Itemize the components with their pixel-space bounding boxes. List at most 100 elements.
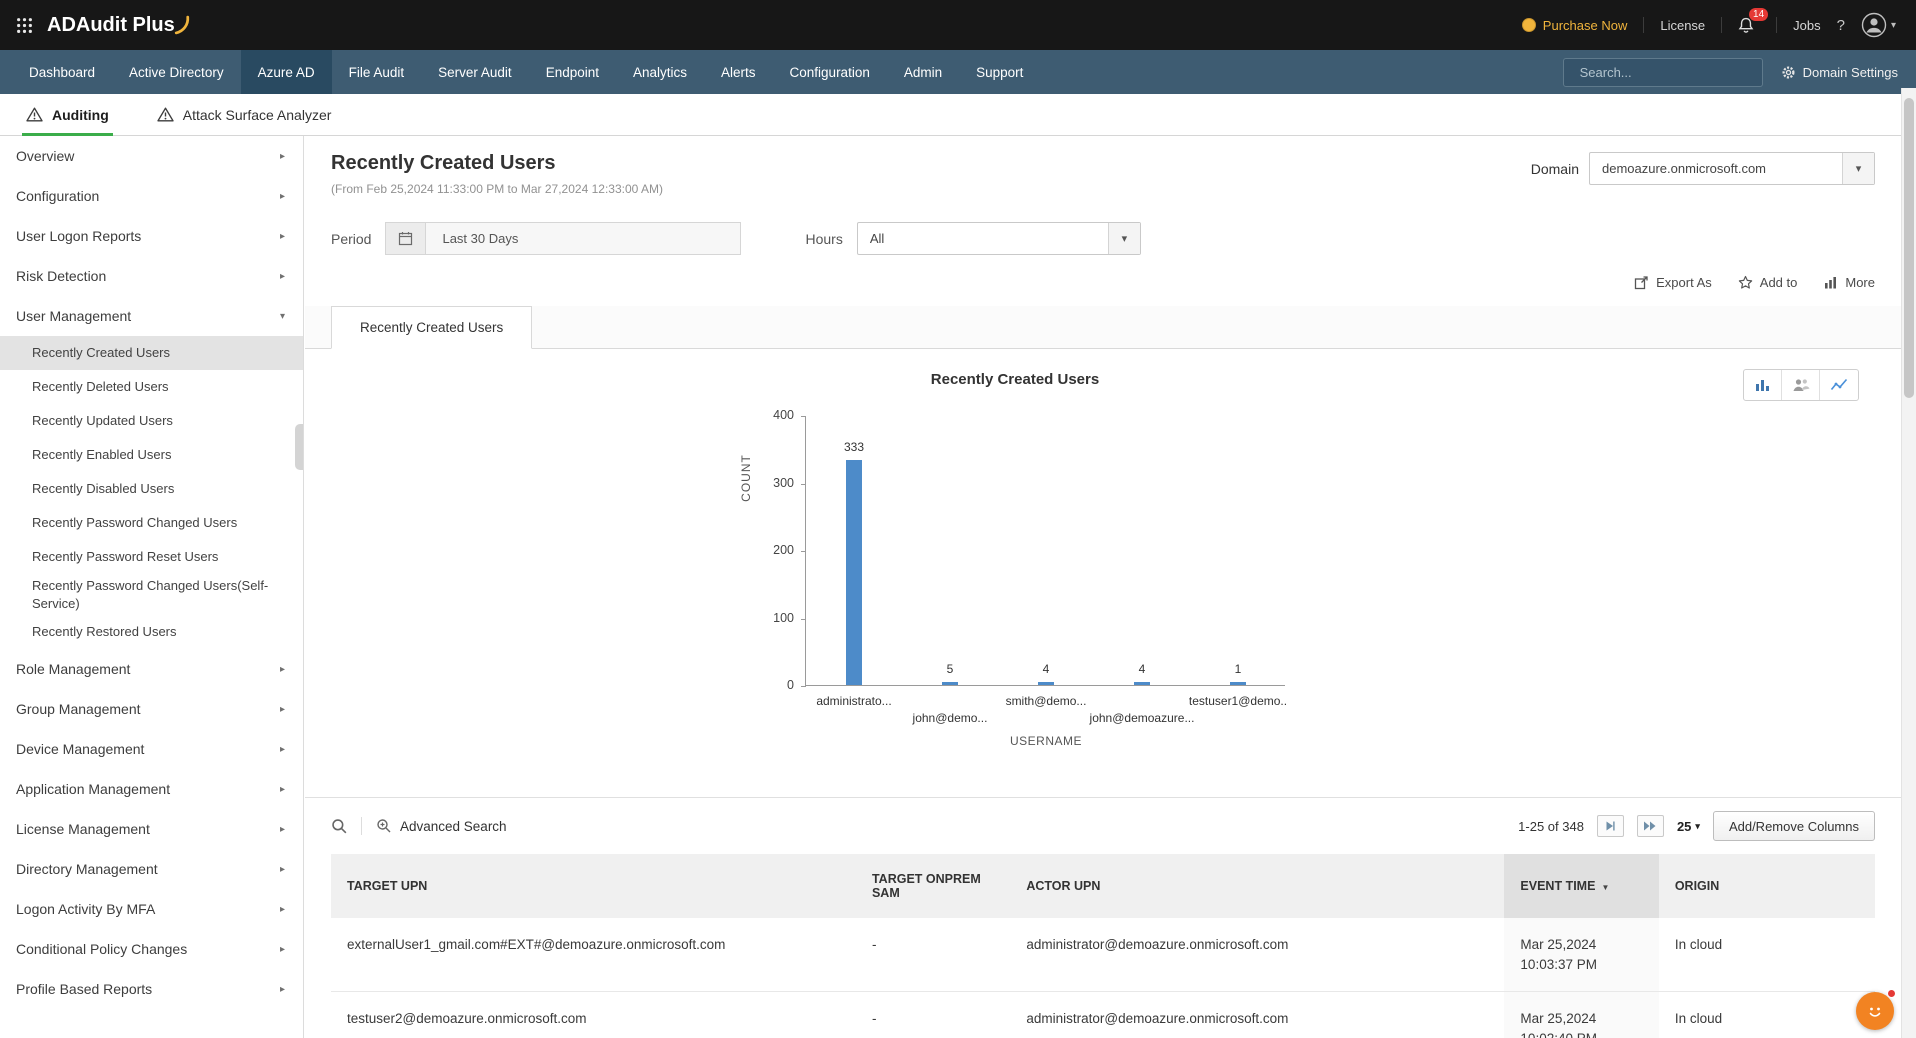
nav-tab-azure-ad[interactable]: Azure AD: [241, 50, 332, 94]
table-row[interactable]: testuser2@demoazure.onmicrosoft.com-admi…: [331, 992, 1875, 1038]
export-as-button[interactable]: Export As: [1634, 275, 1712, 290]
cell-target-onprem-sam: -: [856, 992, 1010, 1038]
sidebar-item-label: Directory Management: [16, 861, 158, 877]
last-page-icon: [1643, 820, 1657, 832]
smiley-icon: [1864, 1000, 1886, 1022]
domain-settings-button[interactable]: Domain Settings: [1781, 65, 1898, 80]
chart-bar-administrato[interactable]: [846, 460, 862, 685]
period-input[interactable]: Last 30 Days: [385, 222, 741, 255]
column-header-event-time[interactable]: EVENT TIME▼: [1504, 854, 1658, 918]
chevron-right-icon: ▸: [280, 904, 285, 915]
column-header-origin[interactable]: ORIGIN: [1659, 854, 1875, 918]
chevron-down-icon: ▾: [280, 311, 285, 322]
sidebar-item-license-management[interactable]: License Management▸: [0, 809, 303, 849]
column-header-actor-upn[interactable]: ACTOR UPN: [1010, 854, 1504, 918]
nav-tab-active-directory[interactable]: Active Directory: [112, 50, 241, 94]
jobs-link[interactable]: Jobs: [1793, 18, 1820, 33]
license-link[interactable]: License: [1660, 18, 1705, 33]
apps-grid-icon[interactable]: [16, 17, 33, 34]
user-menu[interactable]: ▾: [1861, 12, 1896, 38]
vertical-scrollbar[interactable]: [1901, 88, 1916, 1038]
chat-support-button[interactable]: [1856, 992, 1894, 1030]
sidebar-item-directory-management[interactable]: Directory Management▸: [0, 849, 303, 889]
report-date-range: (From Feb 25,2024 11:33:00 PM to Mar 27,…: [331, 182, 663, 196]
notifications-button[interactable]: 14: [1738, 17, 1760, 34]
nav-tab-dashboard[interactable]: Dashboard: [12, 50, 112, 94]
line-chart-icon[interactable]: [1820, 370, 1858, 400]
calendar-icon[interactable]: [386, 223, 426, 254]
sidebar-item-device-management[interactable]: Device Management▸: [0, 729, 303, 769]
sidebar-item-profile-based-reports[interactable]: Profile Based Reports▸: [0, 969, 303, 1009]
sidebar-item-conditional-policy-changes[interactable]: Conditional Policy Changes▸: [0, 929, 303, 969]
next-page-button[interactable]: [1597, 815, 1624, 837]
nav-tab-alerts[interactable]: Alerts: [704, 50, 773, 94]
add-to-button[interactable]: Add to: [1738, 275, 1798, 290]
app-logo[interactable]: ADAudit Plus: [47, 14, 191, 37]
sidebar-item-recently-restored-users[interactable]: Recently Restored Users: [0, 615, 303, 649]
search-icon[interactable]: [331, 818, 347, 834]
last-page-button[interactable]: [1637, 815, 1664, 837]
chevron-right-icon: ▸: [280, 944, 285, 955]
x-axis-label: USERNAME: [806, 734, 1286, 748]
tab-auditing[interactable]: Auditing: [22, 94, 113, 136]
sidebar-item-role-management[interactable]: Role Management▸: [0, 649, 303, 689]
sidebar-item-logon-activity-by-mfa[interactable]: Logon Activity By MFA▸: [0, 889, 303, 929]
help-button[interactable]: ?: [1837, 17, 1845, 34]
tab-recently-created-users[interactable]: Recently Created Users: [331, 306, 532, 349]
scrollbar-thumb[interactable]: [1904, 98, 1914, 398]
sidebar-item-recently-updated-users[interactable]: Recently Updated Users: [0, 404, 303, 438]
tab-attack-surface-analyzer[interactable]: Attack Surface Analyzer: [153, 94, 336, 136]
nav-tab-endpoint[interactable]: Endpoint: [529, 50, 616, 94]
x-tick-label: testuser1@demo..: [1153, 694, 1323, 708]
chart-bar-smith-demo[interactable]: [1038, 682, 1054, 685]
sidebar: Overview▸Configuration▸User Logon Report…: [0, 136, 304, 1038]
nav-tab-server-audit[interactable]: Server Audit: [421, 50, 529, 94]
sidebar-collapse-handle[interactable]: [295, 424, 303, 470]
purchase-now-link[interactable]: Purchase Now: [1522, 18, 1628, 33]
sidebar-item-recently-disabled-users[interactable]: Recently Disabled Users: [0, 472, 303, 506]
domain-select[interactable]: demoazure.onmicrosoft.com ▾: [1589, 152, 1875, 185]
sidebar-item-group-management[interactable]: Group Management▸: [0, 689, 303, 729]
chart-bar-testuser1-demo[interactable]: [1230, 682, 1246, 685]
hours-label: Hours: [805, 231, 842, 247]
nav-tab-admin[interactable]: Admin: [887, 50, 959, 94]
bar-chart-icon[interactable]: [1744, 370, 1782, 400]
sidebar-item-application-management[interactable]: Application Management▸: [0, 769, 303, 809]
bar-value-label: 5: [930, 662, 970, 676]
chart-bar-john-demoazure[interactable]: [1134, 682, 1150, 685]
user-report-icon[interactable]: [1782, 370, 1820, 400]
global-search[interactable]: [1563, 58, 1763, 87]
column-header-target-upn[interactable]: TARGET UPN: [331, 854, 856, 918]
more-button[interactable]: More: [1823, 275, 1875, 290]
page-size-select[interactable]: 25 ▾: [1677, 819, 1700, 834]
table-row[interactable]: externalUser1_gmail.com#EXT#@demoazure.o…: [331, 918, 1875, 992]
search-input[interactable]: [1580, 65, 1756, 80]
nav-tab-support[interactable]: Support: [959, 50, 1040, 94]
sidebar-item-recently-password-changed-users-self-service[interactable]: Recently Password Changed Users(Self-Ser…: [0, 574, 303, 615]
sidebar-item-recently-created-users[interactable]: Recently Created Users: [0, 336, 303, 370]
chart-bar-john-demo[interactable]: [942, 682, 958, 685]
table-toolbar: Advanced Search 1-25 of 348 25 ▾ Add/Rem…: [305, 798, 1901, 854]
sidebar-item-recently-password-reset-users[interactable]: Recently Password Reset Users: [0, 540, 303, 574]
hours-select[interactable]: All ▾: [857, 222, 1141, 255]
column-header-target-onprem-sam[interactable]: TARGET ONPREM SAM: [856, 854, 1010, 918]
sidebar-item-user-logon-reports[interactable]: User Logon Reports▸: [0, 216, 303, 256]
sidebar-item-recently-deleted-users[interactable]: Recently Deleted Users: [0, 370, 303, 404]
sidebar-item-recently-enabled-users[interactable]: Recently Enabled Users: [0, 438, 303, 472]
nav-tab-configuration[interactable]: Configuration: [773, 50, 887, 94]
sidebar-item-user-management[interactable]: User Management▾: [0, 296, 303, 336]
cell-event-time: Mar 25,202410:03:37 PM: [1504, 918, 1658, 992]
nav-tab-analytics[interactable]: Analytics: [616, 50, 704, 94]
coin-icon: [1522, 18, 1536, 32]
advanced-search-button[interactable]: Advanced Search: [376, 818, 507, 834]
sidebar-item-overview[interactable]: Overview▸: [0, 136, 303, 176]
sidebar-item-recently-password-changed-users[interactable]: Recently Password Changed Users: [0, 506, 303, 540]
y-tick-label: 100: [754, 611, 794, 625]
sidebar-item-configuration[interactable]: Configuration▸: [0, 176, 303, 216]
sidebar-item-risk-detection[interactable]: Risk Detection▸: [0, 256, 303, 296]
chevron-right-icon: ▸: [280, 824, 285, 835]
nav-tab-file-audit[interactable]: File Audit: [332, 50, 422, 94]
sidebar-item-label: Group Management: [16, 701, 141, 717]
add-remove-columns-button[interactable]: Add/Remove Columns: [1713, 811, 1875, 841]
app-name: ADAudit Plus: [47, 14, 175, 37]
